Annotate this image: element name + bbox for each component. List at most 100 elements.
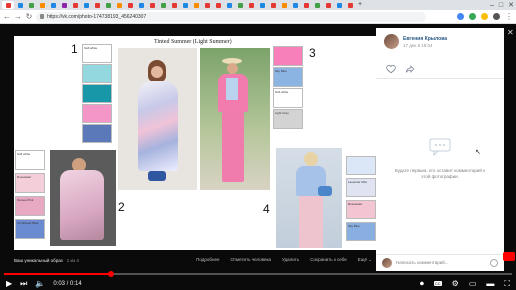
next-icon[interactable]: ⏭: [20, 279, 27, 288]
tab-favicon-icon: [182, 2, 188, 8]
maximize-icon[interactable]: □: [499, 2, 503, 9]
browser-tab[interactable]: [213, 1, 223, 9]
browser-tab[interactable]: [125, 1, 135, 9]
color-swatch: [82, 84, 112, 103]
floral-dress: [138, 81, 178, 171]
album-link[interactable]: Ваш уникальный образ: [14, 258, 63, 263]
browser-tab[interactable]: [301, 1, 311, 9]
reload-icon[interactable]: ↻: [25, 12, 33, 21]
browser-tab[interactable]: [15, 1, 25, 9]
author-avatar[interactable]: [384, 34, 399, 49]
browser-tab[interactable]: [323, 1, 333, 9]
outfit-photo-4: [276, 148, 342, 248]
browser-tab[interactable]: [334, 1, 344, 9]
close-window-icon[interactable]: ✕: [508, 1, 514, 9]
back-icon[interactable]: ←: [3, 12, 11, 21]
tab-favicon-icon: [248, 2, 254, 8]
browser-tab[interactable]: [257, 1, 267, 9]
minimize-icon[interactable]: –: [490, 2, 494, 9]
color-swatch: [82, 104, 112, 123]
settings-icon[interactable]: ⚙: [452, 279, 459, 288]
color-swatch: [82, 64, 112, 83]
photo-action-link[interactable]: Подробнее: [196, 257, 219, 263]
emoji-icon[interactable]: [490, 259, 498, 267]
browser-tab[interactable]: [279, 1, 289, 9]
forward-icon[interactable]: →: [14, 12, 22, 21]
subtitles-icon[interactable]: CC: [433, 281, 442, 286]
theater-icon[interactable]: ▬: [486, 279, 494, 288]
browser-tab[interactable]: [268, 1, 278, 9]
progress-bar[interactable]: [4, 271, 512, 277]
tab-favicon-icon: [171, 2, 177, 8]
browser-tab[interactable]: [169, 1, 179, 9]
profile-avatar[interactable]: [493, 13, 500, 20]
close-icon[interactable]: ✕: [507, 28, 514, 37]
browser-tab[interactable]: [180, 1, 190, 9]
author-name[interactable]: Евгения Крылова: [403, 36, 447, 42]
color-swatch: [273, 46, 303, 66]
tab-favicon-icon: [61, 2, 67, 8]
browser-tab[interactable]: [37, 1, 47, 9]
color-swatch: Cornflower Blue: [15, 219, 45, 239]
photo-action-link[interactable]: Отметить человека: [230, 257, 271, 263]
tab-favicon-icon: [17, 2, 23, 8]
menu-icon[interactable]: ⋮: [505, 12, 513, 21]
browser-tab[interactable]: [246, 1, 256, 9]
browser-tab[interactable]: [224, 1, 234, 9]
browser-tab[interactable]: [26, 1, 36, 9]
youtube-logo-icon[interactable]: [503, 252, 515, 261]
browser-tab[interactable]: [235, 1, 245, 9]
photo-viewer[interactable]: Tinted Summer (Light Summer) 1 Soft whit…: [14, 36, 376, 250]
browser-tab[interactable]: [158, 1, 168, 9]
outfit-photo-2: [50, 150, 116, 246]
browser-tab[interactable]: [345, 1, 355, 9]
tab-favicon-icon: [303, 2, 309, 8]
number-1: 1: [71, 42, 78, 56]
blonde-hair: [304, 152, 318, 166]
autoplay-icon[interactable]: ⏺: [420, 279, 424, 288]
photo-footer: Ваш уникальный образ 1 из 4 Подробнее Отм…: [14, 255, 376, 265]
browser-tab[interactable]: [70, 1, 80, 9]
comment-input[interactable]: Написать комментарий...: [396, 260, 449, 265]
extension-icon[interactable]: [481, 13, 488, 20]
browser-tab[interactable]: [103, 1, 113, 9]
browser-tab[interactable]: [48, 1, 58, 9]
browser-tab[interactable]: [59, 1, 69, 9]
browser-tab[interactable]: [81, 1, 91, 9]
browser-tab[interactable]: [136, 1, 146, 9]
browser-tab[interactable]: [202, 1, 212, 9]
browser-tab[interactable]: [290, 1, 300, 9]
color-swatch: Lavender Mist: [346, 178, 376, 197]
tab-favicon-icon: [270, 2, 276, 8]
photo-actions: Подробнее Отметить человека Удалить Сохрани…: [196, 257, 376, 263]
photo-action-link[interactable]: Сохранить к себе: [310, 257, 347, 263]
tab-favicon-icon: [226, 2, 232, 8]
browser-tab[interactable]: [2, 1, 14, 9]
share-icon[interactable]: [405, 64, 415, 74]
browser-tab[interactable]: [114, 1, 124, 9]
pink-trousers: [299, 196, 323, 248]
play-icon[interactable]: ▶: [6, 279, 12, 288]
pink-trousers: [222, 112, 244, 182]
browser-tab[interactable]: [312, 1, 322, 9]
extension-icon[interactable]: [457, 13, 464, 20]
browser-tab[interactable]: [147, 1, 157, 9]
tab-favicon-icon: [193, 2, 199, 8]
new-tab-icon[interactable]: +: [356, 1, 364, 9]
browser-tab[interactable]: [92, 1, 102, 9]
like-icon[interactable]: [386, 64, 396, 74]
divider: [376, 78, 504, 79]
miniplayer-icon[interactable]: ▭: [469, 279, 477, 288]
volume-icon[interactable]: 🔈: [35, 279, 45, 288]
fullscreen-icon[interactable]: ⛶: [504, 279, 510, 288]
address-bar[interactable]: https://vk.com/photo-174738193_456240307: [36, 11, 426, 22]
photo-action-link[interactable]: Удалить: [282, 257, 299, 263]
post-time[interactable]: 17 дек в 15:04: [403, 43, 433, 48]
photo-action-link[interactable]: Ещё ⌄: [358, 257, 372, 263]
duration: 0:14: [70, 280, 82, 287]
browser-tab[interactable]: [191, 1, 201, 9]
color-swatch: Cameo Pink: [15, 196, 45, 216]
tab-favicon-icon: [259, 2, 265, 8]
extension-icon[interactable]: [469, 13, 476, 20]
color-swatch: Sky Blue: [273, 67, 303, 87]
